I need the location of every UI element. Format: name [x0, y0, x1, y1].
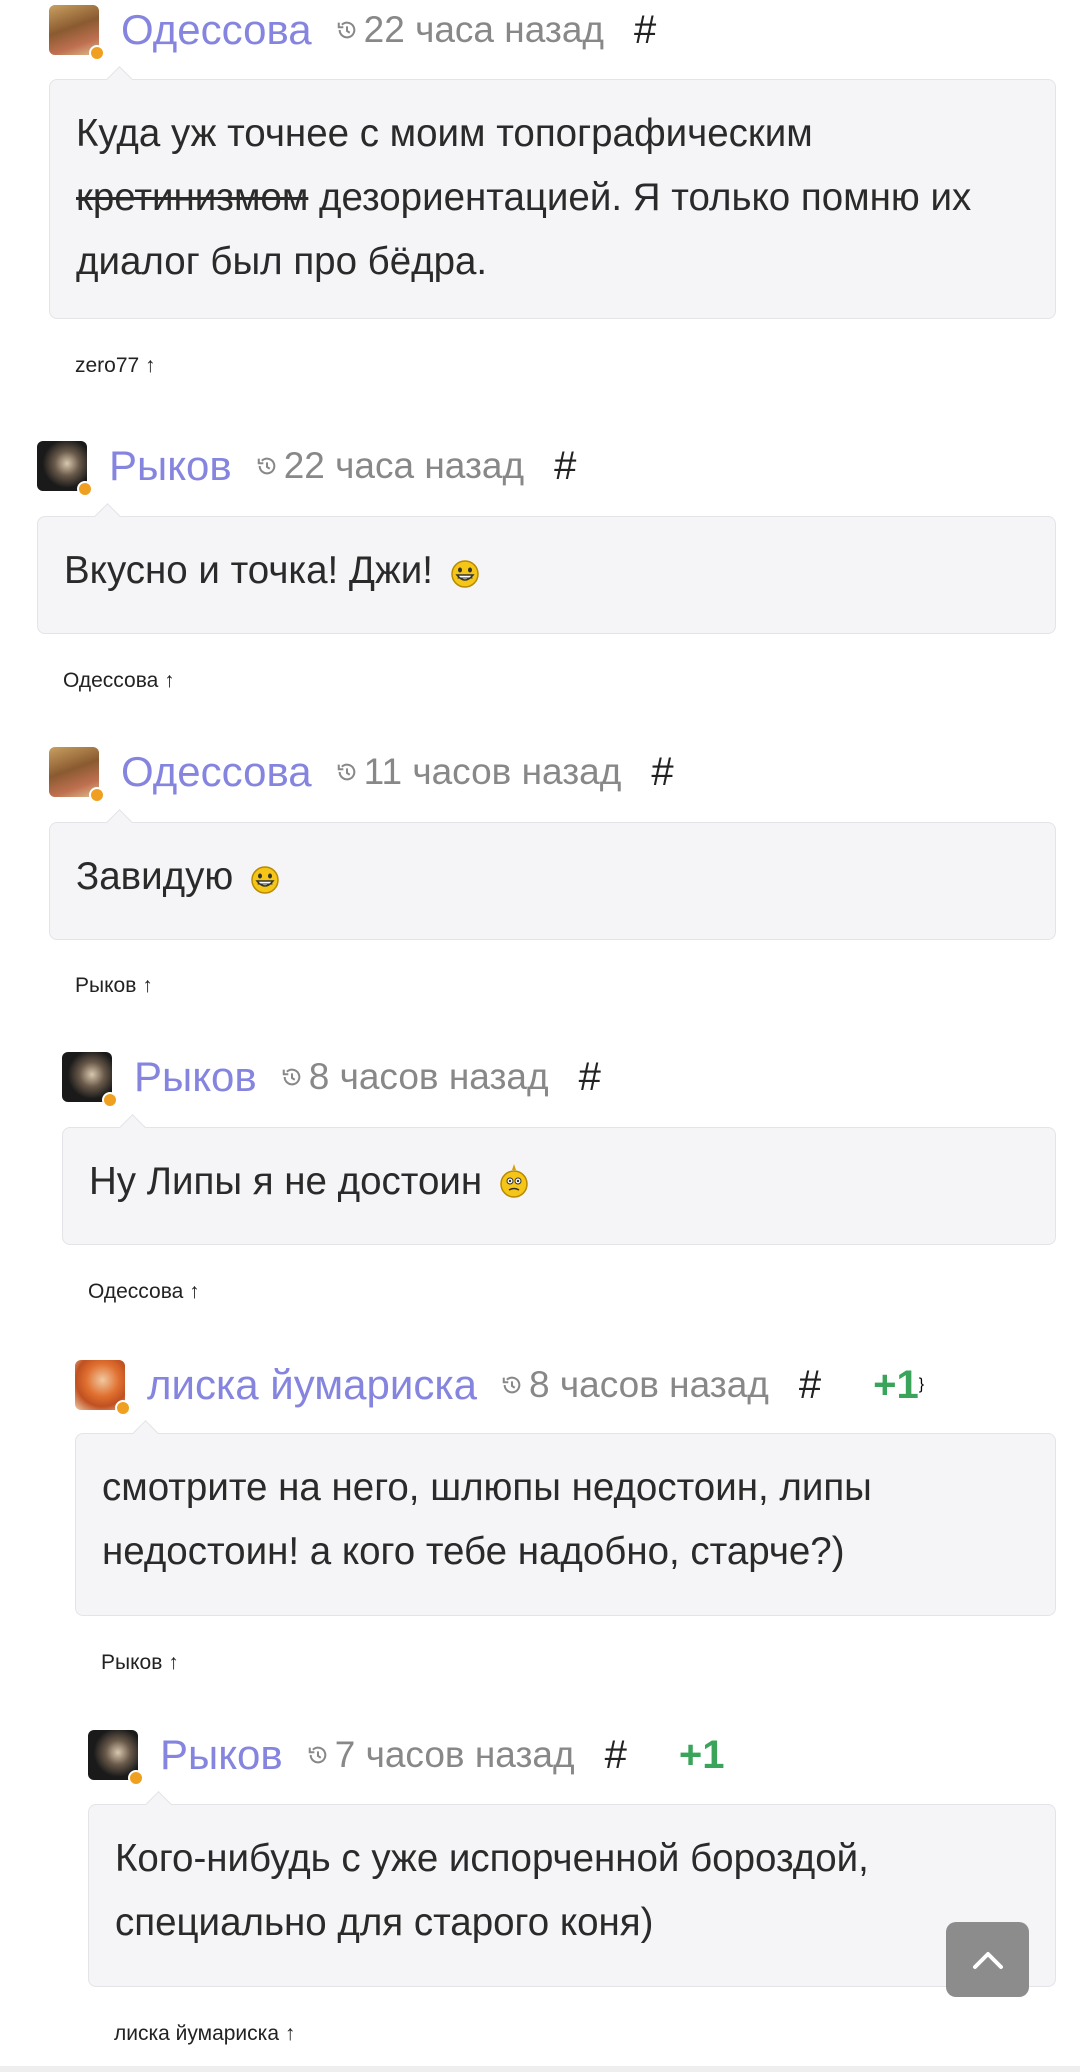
comment-body: Куда уж точнее с моим топографическим кр… — [49, 66, 1056, 319]
history-icon — [502, 1376, 521, 1394]
comment-thread: Одессова 22 часа назад # Куда уж точнее … — [0, 0, 1080, 2072]
bubble-pointer — [106, 66, 133, 93]
avatar[interactable] — [49, 5, 105, 61]
author-link[interactable]: Рыков — [160, 1731, 283, 1779]
avatar[interactable] — [37, 441, 93, 497]
comment-body: Кого-нибудь с уже испорченной бороздой, … — [88, 1791, 1056, 1987]
vote-score: +1 — [678, 1732, 725, 1777]
comment-body: Завидую — [49, 809, 1056, 940]
reply-parent-link[interactable]: Рыков ↑ — [75, 974, 153, 998]
history-icon — [257, 457, 276, 475]
online-status-dot — [102, 1092, 118, 1108]
comment-header: Рыков 8 часов назад # — [62, 1047, 601, 1108]
permalink-hash[interactable]: # — [651, 750, 673, 795]
bubble-pointer — [132, 1420, 159, 1447]
comment-text: смотрите на него, шлюпы недостоин, липы … — [102, 1466, 872, 1573]
comment-header: Рыков 7 часов назад # +1 — [88, 1725, 725, 1786]
comment-time: 7 часов назад — [334, 1734, 575, 1775]
author-link[interactable]: Рыков — [134, 1053, 257, 1101]
grin-smiley-icon — [251, 866, 279, 894]
reply-parent-link[interactable]: Одессова ↑ — [63, 669, 175, 693]
comment-text: Куда уж точнее с моим топографическим — [76, 112, 813, 155]
online-status-dot — [115, 1400, 131, 1416]
author-link[interactable]: лиска йумариска — [147, 1361, 477, 1409]
permalink-hash[interactable]: # — [799, 1363, 821, 1408]
reply-parent-link[interactable]: Одессова ↑ — [88, 1280, 200, 1304]
grin-smiley-icon — [450, 560, 479, 588]
reply-parent-link[interactable]: лиска йумариска ↑ — [114, 2022, 295, 2046]
avatar[interactable] — [62, 1052, 118, 1108]
bottom-divider — [0, 2066, 1080, 2072]
comment-header: Одессова 22 часа назад # — [49, 0, 656, 61]
scroll-to-top-button[interactable] — [946, 1922, 1029, 1997]
history-icon — [308, 1746, 327, 1764]
author-link[interactable]: Одессова — [121, 6, 312, 54]
history-icon — [337, 763, 355, 781]
comment-header: лиска йумариска 8 часов назад # +1 } — [75, 1355, 924, 1416]
comment-time: 22 часа назад — [283, 445, 525, 486]
reply-parent-link[interactable]: zero77 ↑ — [75, 354, 156, 378]
comment-body: Вкусно и точка! Джи! — [37, 503, 1056, 634]
permalink-hash[interactable]: # — [634, 8, 656, 53]
bubble-pointer — [106, 809, 133, 836]
author-link[interactable]: Рыков — [109, 442, 232, 490]
comment-time: 11 часов назад — [363, 751, 622, 792]
permalink-hash[interactable]: # — [579, 1055, 601, 1100]
author-link[interactable]: Одессова — [121, 748, 312, 796]
comment-body: смотрите на него, шлюпы недостоин, липы … — [75, 1420, 1056, 1616]
permalink-hash[interactable]: # — [554, 444, 576, 489]
comment-header: Рыков 22 часа назад # — [37, 436, 576, 497]
comment-body: Ну Липы я не достоин — [62, 1114, 1056, 1245]
history-icon — [337, 21, 355, 39]
strikethrough-text: кретинизмом — [76, 176, 309, 219]
avatar[interactable] — [88, 1730, 144, 1786]
comment-time: 8 часов назад — [529, 1364, 769, 1405]
comment-text: Вкусно и точка! Джи! — [64, 549, 433, 592]
chevron-up-icon — [972, 1951, 1003, 1969]
avatar[interactable] — [49, 747, 105, 803]
permalink-hash[interactable]: # — [605, 1733, 627, 1778]
comment-time: 8 часов назад — [308, 1056, 549, 1097]
bubble-pointer — [94, 503, 121, 530]
comment-text: Завидую — [76, 855, 234, 898]
comment-text: Кого-нибудь с уже испорченной бороздой, … — [115, 1837, 869, 1944]
comment-time: 22 часа назад — [363, 9, 605, 50]
shy-smiley-icon — [500, 1164, 528, 1198]
vote-score: +1 — [873, 1362, 919, 1407]
online-status-dot — [77, 481, 93, 497]
comment-text: Ну Липы я не достоин — [89, 1160, 483, 1203]
history-icon — [282, 1068, 301, 1086]
bubble-pointer — [119, 1114, 146, 1141]
avatar[interactable] — [75, 1360, 131, 1416]
online-status-dot — [128, 1770, 144, 1786]
comment-header: Одессова 11 часов назад # — [49, 742, 674, 803]
online-status-dot — [89, 787, 105, 803]
online-status-dot — [89, 45, 105, 61]
bubble-pointer — [145, 1791, 172, 1818]
reply-parent-link[interactable]: Рыков ↑ — [101, 1651, 179, 1675]
